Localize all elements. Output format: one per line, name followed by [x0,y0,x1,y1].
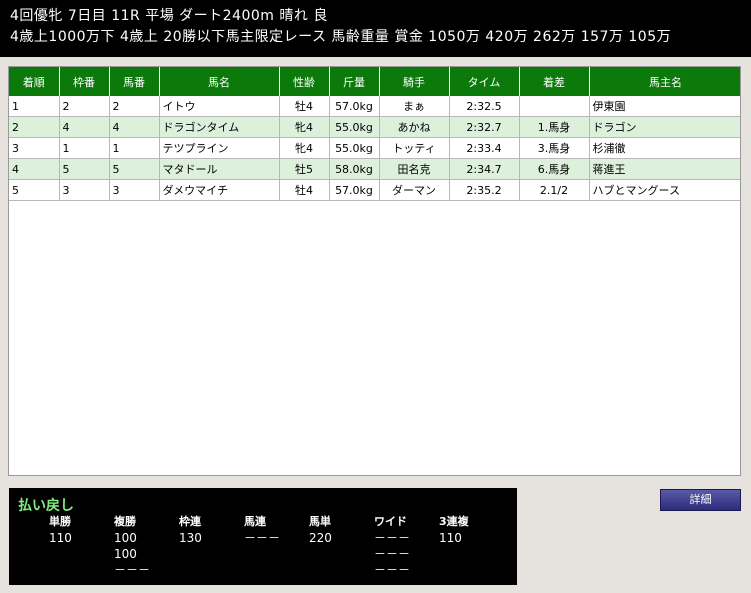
cell-margin [519,96,590,117]
cell-horse-no: 2 [109,96,160,117]
cell-horse-name: イトウ [159,96,280,117]
cell-time: 2:32.7 [449,116,520,138]
payout-value: －－－ [374,563,411,577]
column-header-rank[interactable]: 着順 [9,67,60,96]
cell-jockey: ダーマン [379,179,450,201]
payout-column: 馬連 －－－ [244,514,280,546]
cell-time: 2:33.4 [449,137,520,159]
payout-value: －－－ [374,531,411,545]
cell-margin: 6.馬身 [519,158,590,180]
cell-sex-age: 牝4 [279,116,330,138]
cell-frame: 2 [59,96,110,117]
payout-label: 単勝 [49,515,71,528]
cell-frame: 5 [59,158,110,180]
cell-weight: 55.0kg [329,137,380,159]
cell-weight: 55.0kg [329,116,380,138]
payout-column: 馬単 220 [309,514,332,546]
table-row[interactable]: 5 3 3 ダメウマイチ 牡4 57.0kg ダーマン 2:35.2 2.1/2 ハブとマングース [9,179,740,201]
race-info-line1: 4回優牝 7日目 11R 平場 ダート2400m 晴れ 良 [10,8,328,24]
cell-jockey: まぁ [379,96,450,117]
race-info-line2: 4歳上1000万下 4歳上 20勝以下馬主限定レース 馬齢重量 賞金 1050万… [10,29,672,45]
cell-rank: 1 [9,96,60,117]
cell-owner: 蒋進王 [589,158,740,180]
cell-frame: 4 [59,116,110,138]
cell-owner: 伊東園 [589,96,740,117]
cell-horse-no: 5 [109,158,160,180]
detail-button[interactable]: 詳細 [660,489,741,511]
payout-label: 馬連 [244,515,266,528]
cell-owner: 杉浦徹 [589,137,740,159]
cell-owner: ドラゴン [589,116,740,138]
payout-column: 枠連 130 [179,514,202,546]
column-header-owner[interactable]: 馬主名 [589,67,740,96]
payout-value: 110 [439,531,462,545]
cell-margin: 3.馬身 [519,137,590,159]
cell-time: 2:32.5 [449,96,520,117]
cell-rank: 2 [9,116,60,138]
payout-value: 100 [114,547,137,561]
cell-sex-age: 牡5 [279,158,330,180]
payout-column: ワイド －－－ －－－ －－－ [374,514,410,578]
cell-weight: 57.0kg [329,179,380,201]
table-row[interactable]: 2 4 4 ドラゴンタイム 牝4 55.0kg あかね 2:32.7 1.馬身 ドラゴン [9,116,740,138]
cell-sex-age: 牡4 [279,96,330,117]
cell-rank: 4 [9,158,60,180]
cell-horse-name: マタドール [159,158,280,180]
column-header-jockey[interactable]: 騎手 [379,67,450,96]
table-row[interactable]: 3 1 1 テツプライン 牝4 55.0kg トッティ 2:33.4 3.馬身 杉浦徹 [9,137,740,159]
payout-label: 馬単 [309,515,331,528]
cell-rank: 3 [9,137,60,159]
cell-frame: 1 [59,137,110,159]
payout-value: 100 [114,531,137,545]
cell-horse-no: 3 [109,179,160,201]
cell-sex-age: 牡4 [279,179,330,201]
payout-value: 220 [309,531,332,545]
cell-time: 2:35.2 [449,179,520,201]
cell-margin: 1.馬身 [519,116,590,138]
cell-time: 2:34.7 [449,158,520,180]
column-header-margin[interactable]: 着差 [519,67,590,96]
cell-horse-name: テツプライン [159,137,280,159]
column-header-time[interactable]: タイム [449,67,520,96]
payout-value: 110 [49,531,72,545]
race-header: 4回優牝 7日目 11R 平場 ダート2400m 晴れ 良 4歳上1000万下 … [0,0,751,57]
table-row[interactable]: 4 5 5 マタドール 牡5 58.0kg 田名克 2:34.7 6.馬身 蒋進王 [9,158,740,180]
payout-column: 単勝 110 [49,514,72,546]
cell-jockey: 田名克 [379,158,450,180]
cell-sex-age: 牝4 [279,137,330,159]
cell-jockey: トッティ [379,137,450,159]
column-header-horse-no[interactable]: 馬番 [109,67,160,96]
cell-frame: 3 [59,179,110,201]
table-row[interactable]: 1 2 2 イトウ 牡4 57.0kg まぁ 2:32.5 伊東園 [9,96,740,117]
column-header-weight[interactable]: 斤量 [329,67,380,96]
payout-title: 払い戻し [18,498,74,514]
results-table: 着順 枠番 馬番 馬名 性齢 斤量 騎手 タイム 着差 馬主名 1 2 2 イトウ 牡4 57.0kg まぁ 2… [9,67,740,201]
payout-value: 130 [179,531,202,545]
cell-margin: 2.1/2 [519,179,590,201]
cell-weight: 58.0kg [329,158,380,180]
payout-column: 複勝 100 100 －－－ [114,514,150,578]
payout-value: －－－ [244,531,281,545]
payout-panel: 払い戻し 単勝 110 複勝 100 100 －－－ 枠連 130 馬連 －－－ 馬単 220 ワイド －… [9,488,517,585]
cell-horse-no: 4 [109,116,160,138]
payout-label: ワイド [374,515,407,528]
cell-horse-name: ダメウマイチ [159,179,280,201]
table-header-row: 着順 枠番 馬番 馬名 性齢 斤量 騎手 タイム 着差 馬主名 [9,67,740,96]
payout-value: －－－ [374,547,411,561]
column-header-horse-name[interactable]: 馬名 [159,67,280,96]
cell-weight: 57.0kg [329,96,380,117]
cell-rank: 5 [9,179,60,201]
results-table-panel: 着順 枠番 馬番 馬名 性齢 斤量 騎手 タイム 着差 馬主名 1 2 2 イトウ 牡4 57.0kg まぁ 2… [8,66,741,476]
payout-label: 複勝 [114,515,136,528]
cell-owner: ハブとマングース [589,179,740,201]
payout-column: 3連複 110 [439,514,469,546]
payout-label: 3連複 [439,515,469,528]
payout-label: 枠連 [179,515,201,528]
column-header-frame[interactable]: 枠番 [59,67,110,96]
cell-horse-name: ドラゴンタイム [159,116,280,138]
column-header-sex-age[interactable]: 性齢 [279,67,330,96]
cell-horse-no: 1 [109,137,160,159]
cell-jockey: あかね [379,116,450,138]
payout-value: －－－ [114,563,151,577]
